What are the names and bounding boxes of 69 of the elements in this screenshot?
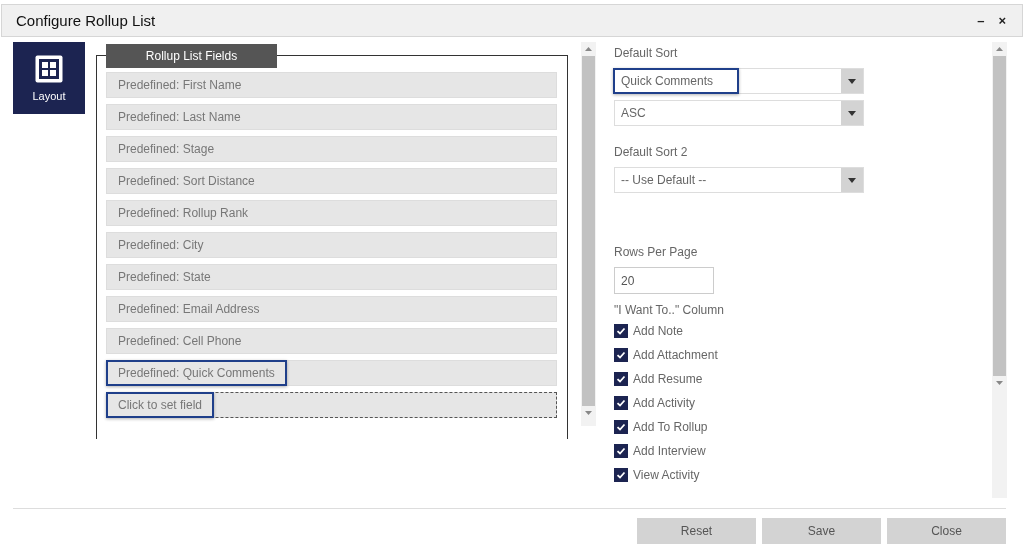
field-label: Click to set field <box>106 392 215 418</box>
checkbox-label: Add Interview <box>633 444 706 458</box>
panel-legend: Rollup List Fields <box>106 44 277 68</box>
scroll-up-icon[interactable] <box>585 47 592 51</box>
field-label: Predefined: First Name <box>117 77 243 94</box>
check-icon <box>616 374 626 384</box>
field-row[interactable]: Predefined: City <box>106 232 557 258</box>
check-icon <box>616 350 626 360</box>
field-label: Predefined: Sort Distance <box>117 173 256 190</box>
field-row[interactable]: Predefined: State <box>106 264 557 290</box>
field-row[interactable]: Predefined: Sort Distance <box>106 168 557 194</box>
scroll-up-icon[interactable] <box>996 47 1003 51</box>
close-button[interactable]: × <box>996 13 1008 28</box>
sort-select[interactable]: -- Use Default -- <box>614 167 864 193</box>
check-icon <box>616 326 626 336</box>
checkbox[interactable] <box>614 396 628 410</box>
checkbox[interactable] <box>614 444 628 458</box>
input-field[interactable]: 20 <box>614 267 714 294</box>
order-select[interactable]: ASC <box>614 100 864 126</box>
checkbox[interactable] <box>614 348 628 362</box>
field-row[interactable]: Predefined: Email Address <box>106 296 557 322</box>
footer-button[interactable]: Reset <box>637 518 756 544</box>
sort-select[interactable]: Quick Comments <box>614 68 864 94</box>
checkbox-label: Add Note <box>633 324 684 338</box>
field-row[interactable]: Predefined: Quick Comments <box>106 360 557 386</box>
field-label: Predefined: Last Name <box>117 109 242 126</box>
check-icon <box>616 470 626 480</box>
field-label: "I Want To.." Column <box>614 303 724 319</box>
caret-icon <box>848 177 856 183</box>
check-icon <box>616 422 626 432</box>
field-label: Predefined: State <box>117 269 212 286</box>
field-label: Rows Per Page <box>614 245 698 261</box>
field-label: Predefined: Rollup Rank <box>117 205 250 222</box>
scroll-down-icon[interactable] <box>585 411 592 415</box>
field-row[interactable]: Predefined: Stage <box>106 136 557 162</box>
field-label: Default Sort <box>614 46 678 62</box>
field-row[interactable]: Predefined: Last Name <box>106 104 557 130</box>
check-icon <box>616 398 626 408</box>
scroll-down-icon[interactable] <box>996 381 1003 385</box>
field-row[interactable]: Predefined: Rollup Rank <box>106 200 557 226</box>
grid-icon <box>34 54 64 84</box>
checkbox-label: Add Activity <box>633 396 696 410</box>
field-label: Predefined: Email Address <box>117 301 261 318</box>
checkbox[interactable] <box>614 420 628 434</box>
checkbox[interactable] <box>614 324 628 338</box>
empty-field-slot[interactable]: Click to set field <box>106 392 557 418</box>
layout-tab[interactable]: Layout <box>13 42 85 114</box>
minimize-button[interactable]: – <box>975 13 987 28</box>
check-icon <box>616 446 626 456</box>
field-label: Predefined: City <box>117 237 205 254</box>
field-label: Predefined: Cell Phone <box>117 333 243 350</box>
footer-button[interactable]: Save <box>762 518 881 544</box>
field-row[interactable]: Predefined: Cell Phone <box>106 328 557 354</box>
checkbox-label: View Activity <box>633 468 700 482</box>
scrollbar[interactable] <box>992 42 1007 498</box>
field-label: Default Sort 2 <box>614 145 688 161</box>
window-title: Configure Rollup List <box>16 12 156 29</box>
field-label: Predefined: Quick Comments <box>106 360 287 386</box>
checkbox[interactable] <box>614 372 628 386</box>
checkbox-label: Add Attachment <box>633 348 718 362</box>
footer-button[interactable]: Close <box>887 518 1006 544</box>
field-row[interactable]: Predefined: First Name <box>106 72 557 98</box>
field-label: Predefined: Stage <box>117 141 216 158</box>
caret-icon <box>848 110 856 116</box>
checkbox[interactable] <box>614 468 628 482</box>
caret-icon <box>848 78 856 84</box>
checkbox-label: Add To Rollup <box>633 420 708 434</box>
checkbox-label: Add Resume <box>633 372 703 386</box>
scrollbar[interactable] <box>581 42 596 426</box>
